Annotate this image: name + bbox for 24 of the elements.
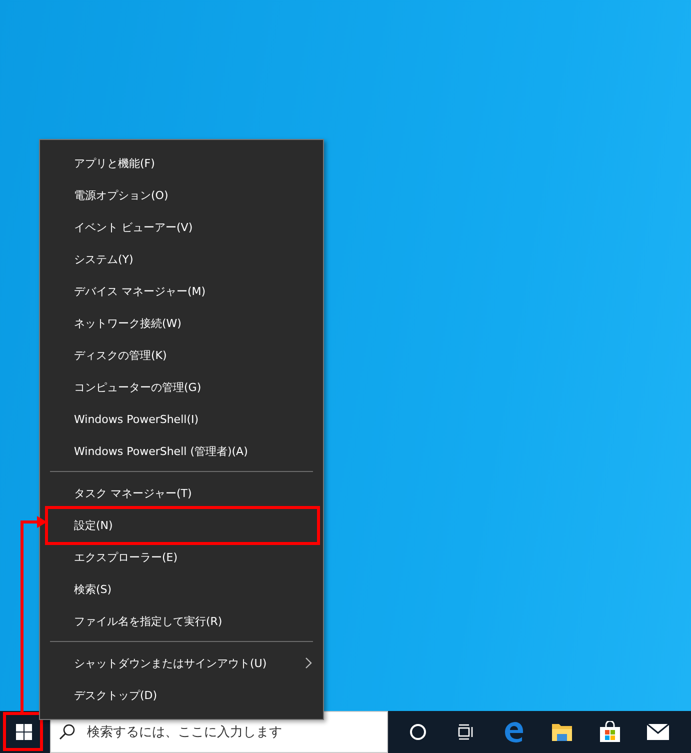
menu-item[interactable]: ファイル名を指定して実行(R) xyxy=(40,605,323,637)
menu-item[interactable]: アプリと機能(F) xyxy=(40,147,323,179)
browser-e-icon xyxy=(503,721,525,743)
menu-item[interactable]: デバイス マネージャー(M) xyxy=(40,275,323,307)
menu-item[interactable]: イベント ビューアー(V) xyxy=(40,211,323,243)
menu-item[interactable]: Windows PowerShell (管理者)(A) xyxy=(40,435,323,467)
windows-logo-icon xyxy=(16,724,32,740)
cortana-circle-icon xyxy=(409,723,427,741)
menu-item[interactable]: ネットワーク接続(W) xyxy=(40,307,323,339)
shopping-bag-icon xyxy=(599,721,621,743)
menu-item[interactable]: 設定(N) xyxy=(40,509,323,541)
menu-item[interactable]: シャットダウンまたはサインアウト(U) xyxy=(40,647,323,679)
menu-item[interactable]: 電源オプション(O) xyxy=(40,179,323,211)
menu-item[interactable]: デスクトップ(D) xyxy=(40,679,323,711)
menu-item[interactable]: エクスプローラー(E) xyxy=(40,541,323,573)
menu-item[interactable]: タスク マネージャー(T) xyxy=(40,477,323,509)
menu-item[interactable]: ディスクの管理(K) xyxy=(40,339,323,371)
menu-item[interactable]: 検索(S) xyxy=(40,573,323,605)
folder-icon xyxy=(551,722,573,742)
menu-item[interactable]: Windows PowerShell(I) xyxy=(40,403,323,435)
task-view-icon xyxy=(457,724,475,740)
menu-item[interactable]: コンピューターの管理(G) xyxy=(40,371,323,403)
menu-item[interactable]: システム(Y) xyxy=(40,243,323,275)
envelope-icon xyxy=(646,723,670,741)
